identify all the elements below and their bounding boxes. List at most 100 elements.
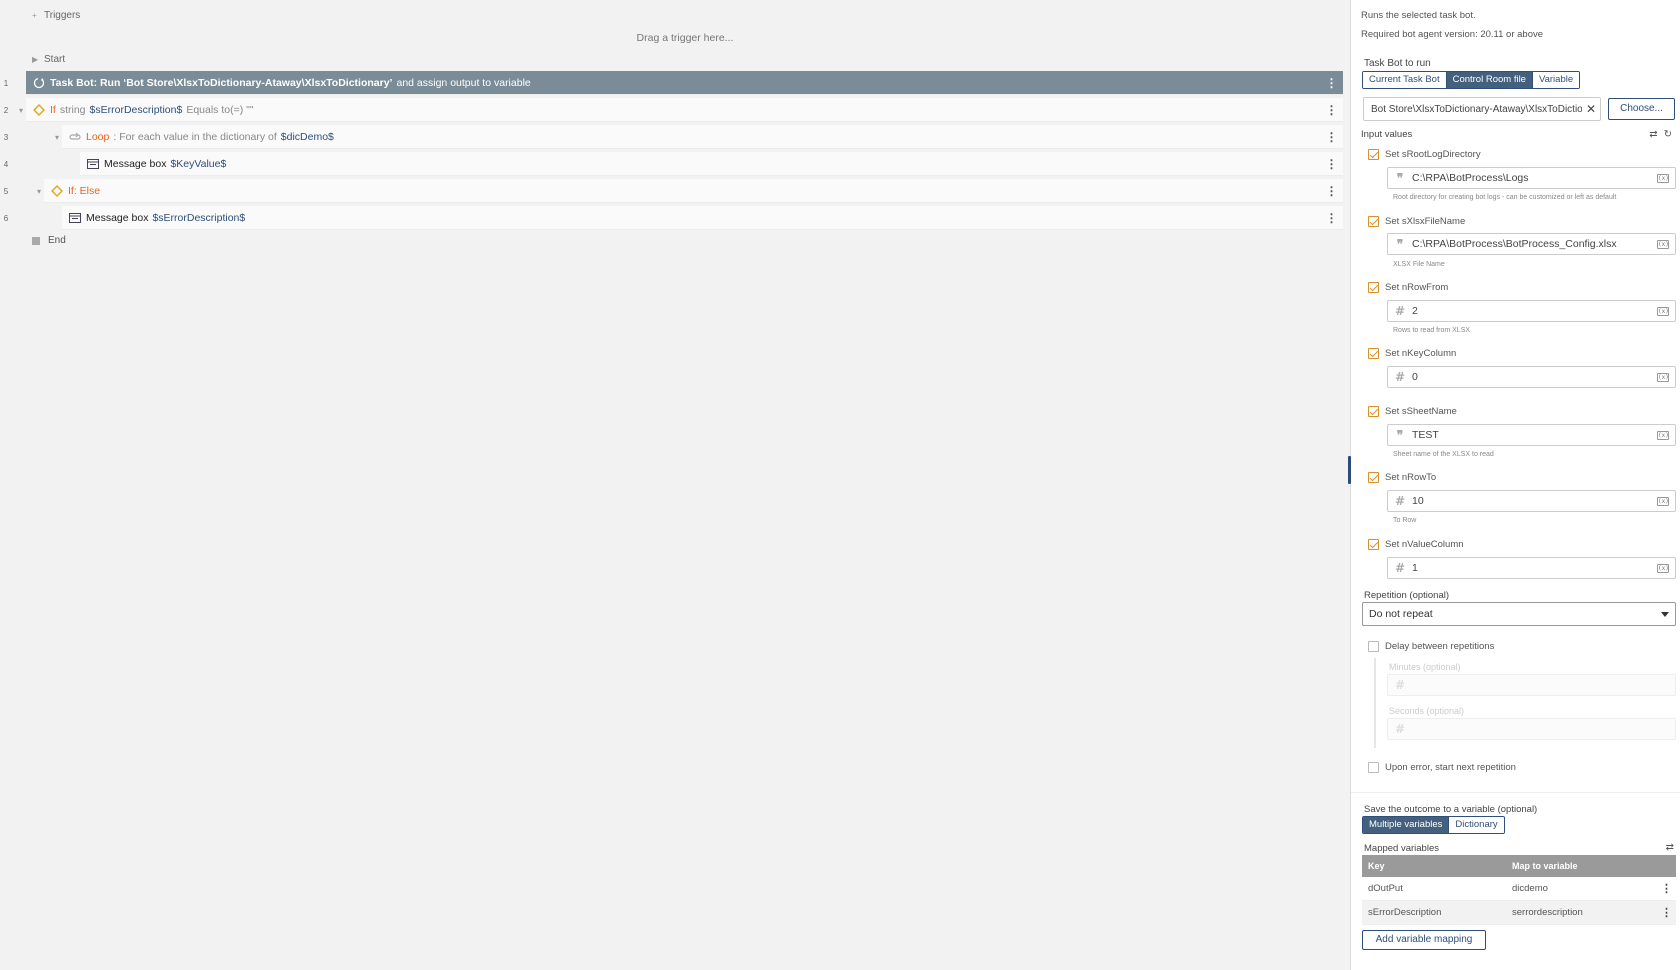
flow-step-4[interactable]: 4 Message box $KeyValue$ ⋮ [0, 152, 1343, 176]
repetition-label: Repetition (optional) [1364, 590, 1450, 601]
row-more-icon[interactable]: ⋮ [1661, 901, 1672, 925]
message-box-icon [68, 211, 82, 225]
table-row[interactable]: dOutPut dicdemo ⋮ [1362, 877, 1676, 901]
input-checkbox[interactable] [1368, 406, 1379, 417]
end-square-icon [32, 236, 40, 245]
row-key: dOutPut [1368, 883, 1403, 894]
outcome-type-tabs: Multiple variables Dictionary [1362, 816, 1505, 834]
input-checkbox[interactable] [1368, 216, 1379, 227]
input-value: TEST [1412, 429, 1439, 441]
start-node: ▶ Start [32, 51, 65, 67]
row-more-icon[interactable]: ⋮ [1661, 877, 1672, 901]
input-field-nRowTo[interactable]: # 10 (x) [1387, 490, 1676, 512]
flow-step-5[interactable]: 5 ▾ If: Else ⋮ [0, 179, 1343, 203]
input-field-sXlsxFileName[interactable]: ❞ C:\RPA\BotProcess\BotProcess_Config.xl… [1387, 233, 1676, 255]
step-variable: $sErrorDescription$ [152, 211, 246, 224]
start-label: Start [44, 53, 66, 65]
flow-step-1[interactable]: 1 Task Bot: Run ‘Bot Store\XlsxToDiction… [0, 71, 1343, 95]
collapse-chevron-icon[interactable]: ▾ [52, 125, 62, 149]
input-field-sSheetName[interactable]: ❞ TEST (x) [1387, 424, 1676, 446]
flow-step-2[interactable]: 2 ▾ If string $sErrorDescription$ Equals… [0, 98, 1343, 122]
input-hint: Sheet name of the XLSX to read [1393, 451, 1494, 458]
step-operator: Equals to(=) "" [186, 103, 254, 116]
step-more-icon[interactable]: ⋮ [1325, 98, 1338, 122]
insert-variable-icon[interactable]: (x) [1657, 239, 1669, 249]
step-variable: $KeyValue$ [170, 157, 227, 170]
tab-dictionary[interactable]: Dictionary [1449, 817, 1504, 833]
insert-variable-icon[interactable]: (x) [1657, 306, 1669, 316]
input-checkbox[interactable] [1368, 149, 1379, 160]
taskbot-source-tabs: Current Task Bot Control Room file Varia… [1362, 71, 1581, 89]
flow-step-6[interactable]: 6 Message box $sErrorDescription$ ⋮ [0, 206, 1343, 230]
step-number: 1 [3, 78, 9, 88]
delay-group-line [1374, 658, 1376, 748]
step-body[interactable]: If string $sErrorDescription$ Equals to(… [26, 98, 1343, 122]
tab-multiple-variables[interactable]: Multiple variables [1363, 817, 1450, 833]
if-diamond-icon [50, 184, 64, 198]
input-field-nValueColumn[interactable]: # 1 (x) [1387, 557, 1676, 579]
refresh-icon[interactable]: ↻ [1664, 129, 1672, 140]
step-body[interactable]: If: Else [44, 179, 1343, 203]
input-field-nRowFrom[interactable]: # 2 (x) [1387, 300, 1676, 322]
end-node: End [32, 235, 66, 246]
step-action: Message box [104, 157, 167, 170]
step-more-icon[interactable]: ⋮ [1325, 152, 1338, 176]
insert-variable-icon[interactable]: (x) [1657, 563, 1669, 573]
triggers-section[interactable]: + Triggers [32, 7, 80, 23]
step-more-icon[interactable]: ⋮ [1325, 71, 1338, 95]
input-label: Set nRowTo [1385, 472, 1437, 483]
minutes-input: # [1387, 674, 1676, 696]
minutes-label: Minutes (optional) [1389, 662, 1461, 672]
start-play-icon: ▶ [32, 54, 39, 64]
insert-variable-icon[interactable]: (x) [1657, 496, 1669, 506]
trigger-drop-zone[interactable]: Drag a trigger here... [0, 32, 1370, 44]
insert-variable-icon[interactable]: (x) [1657, 372, 1669, 382]
clear-icon[interactable]: ✕ [1582, 102, 1600, 116]
collapse-chevron-icon[interactable]: ▾ [34, 179, 44, 203]
input-checkbox[interactable] [1368, 472, 1379, 483]
input-label: Set sSheetName [1385, 406, 1457, 417]
number-hash-icon: # [1394, 722, 1406, 736]
step-more-icon[interactable]: ⋮ [1325, 179, 1338, 203]
tab-current-task-bot[interactable]: Current Task Bot [1363, 72, 1447, 88]
flow-step-3[interactable]: 3 ▾ Loop : For each value in the diction… [0, 125, 1343, 149]
section-divider [1351, 792, 1680, 793]
collapse-chevron-icon[interactable]: ▾ [16, 98, 26, 122]
table-header: Key Map to variable [1362, 855, 1676, 877]
repetition-select[interactable]: Do not repeat [1362, 602, 1676, 626]
step-variable: $dicDemo$ [280, 130, 334, 143]
input-checkbox[interactable] [1368, 348, 1379, 359]
step-body[interactable]: Message box $KeyValue$ [80, 152, 1343, 176]
file-path-value: Bot Store\XlsxToDictionary-Ataway\XlsxTo… [1371, 103, 1582, 115]
version-note: Required bot agent version: 20.11 or abo… [1361, 29, 1544, 40]
swap-icon[interactable]: ⇄ [1666, 842, 1674, 853]
insert-variable-icon[interactable]: (x) [1657, 430, 1669, 440]
delay-checkbox[interactable] [1368, 641, 1379, 652]
input-checkbox[interactable] [1368, 282, 1379, 293]
tab-variable[interactable]: Variable [1532, 72, 1580, 88]
tab-control-room-file[interactable]: Control Room file [1446, 72, 1533, 88]
input-value: 2 [1412, 305, 1418, 317]
step-number: 2 [3, 105, 9, 115]
upon-error-checkbox[interactable] [1368, 762, 1379, 773]
add-variable-mapping-button[interactable]: Add variable mapping [1362, 930, 1486, 950]
triggers-label: Triggers [44, 9, 81, 21]
swap-icon[interactable]: ⇄ [1649, 129, 1657, 140]
input-field-nKeyColumn[interactable]: # 0 (x) [1387, 366, 1676, 388]
file-path-input[interactable]: Bot Store\XlsxToDictionary-Ataway\XlsxTo… [1363, 97, 1601, 121]
step-body[interactable]: Loop : For each value in the dictionary … [62, 125, 1343, 149]
dropdown-arrow-icon [1661, 612, 1669, 617]
table-row[interactable]: sErrorDescription serrordescription ⋮ [1362, 901, 1676, 925]
step-body[interactable]: Task Bot: Run ‘Bot Store\XlsxToDictionar… [26, 71, 1343, 95]
input-hint: XLSX File Name [1393, 261, 1445, 268]
mapped-variables-table: Key Map to variable dOutPut dicdemo ⋮ sE… [1362, 855, 1676, 925]
input-checkbox[interactable] [1368, 539, 1379, 550]
insert-variable-icon[interactable]: (x) [1657, 173, 1669, 183]
step-more-icon[interactable]: ⋮ [1325, 125, 1338, 149]
triggers-toggle-icon[interactable]: + [32, 11, 44, 20]
input-field-sRootLogDirectory[interactable]: ❞ C:\RPA\BotProcess\Logs (x) [1387, 167, 1676, 189]
choose-button[interactable]: Choose... [1608, 98, 1675, 120]
step-more-icon[interactable]: ⋮ [1325, 206, 1338, 230]
step-body[interactable]: Message box $sErrorDescription$ [62, 206, 1343, 230]
input-hint: Root directory for creating bot logs - c… [1393, 194, 1617, 201]
